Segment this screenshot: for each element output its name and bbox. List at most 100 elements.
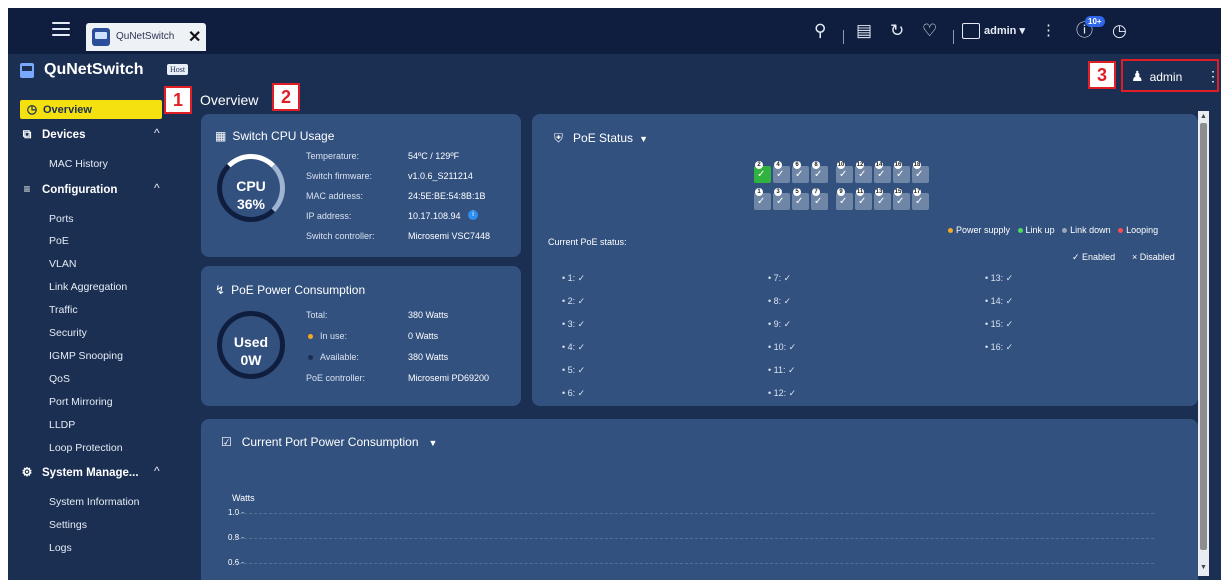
enabled-legend: ✓ Enabled: [1072, 252, 1116, 262]
background-tasks-icon[interactable]: ▤: [856, 21, 872, 41]
switch-controller-value: Microsemi VSC7448: [408, 231, 491, 241]
port-number: 8: [812, 161, 820, 169]
port-number: 15: [894, 188, 902, 196]
more-options-icon[interactable]: ⋮: [1206, 66, 1220, 86]
port-7[interactable]: 7: [811, 188, 828, 210]
gridline: [234, 563, 1154, 564]
info-icon[interactable]: i: [468, 210, 478, 220]
port-15[interactable]: 15: [893, 188, 910, 210]
more-options-icon[interactable]: ⋮: [1041, 21, 1056, 41]
sidebar-item-settings[interactable]: Settings: [49, 515, 87, 535]
port-17[interactable]: 17: [912, 188, 929, 210]
card-title: ↯ PoE Power Consumption: [215, 283, 365, 297]
ip-address-label: IP address:: [306, 211, 352, 221]
shield-icon: ⛨: [554, 131, 564, 145]
notification-bell-icon[interactable]: ♡: [922, 21, 937, 41]
port-5[interactable]: 5: [792, 188, 809, 210]
cpu-ring-value: 36%: [236, 196, 266, 212]
close-tab-icon[interactable]: ✕: [188, 27, 201, 47]
port-14[interactable]: 14: [874, 161, 891, 183]
chevron-up-icon[interactable]: ^: [154, 464, 160, 478]
poe-controller-label: PoE controller:: [306, 373, 366, 383]
sidebar-item-devices[interactable]: ⧉ Devices: [20, 124, 86, 144]
poe-status-title: PoE Status: [573, 131, 634, 145]
sidebar-item-configuration[interactable]: ≡ Configuration: [20, 179, 117, 199]
port-4[interactable]: 4: [773, 161, 790, 183]
firmware-label: Switch firmware:: [306, 171, 373, 181]
sidebar-item-vlan[interactable]: VLAN: [49, 254, 76, 274]
port-number: 3: [774, 188, 782, 196]
search-icon[interactable]: ⚲: [814, 21, 826, 41]
sidebar-item-ports[interactable]: Ports: [49, 209, 74, 229]
sidebar-item-logs[interactable]: Logs: [49, 538, 72, 558]
port-number: 1: [755, 188, 763, 196]
sidebar-item-poe[interactable]: PoE: [49, 231, 69, 251]
poe-port-status-9: • 9: ✓: [768, 319, 792, 329]
user-name: admin: [1149, 70, 1183, 84]
poe-port-status-1: • 1: ✓: [562, 273, 586, 283]
poe-power-card-title: PoE Power Consumption: [231, 283, 366, 297]
poe-port-status-4: • 4: ✓: [562, 342, 586, 352]
port-12[interactable]: 12: [855, 161, 872, 183]
card-title: ▦ Switch CPU Usage: [215, 129, 334, 143]
sidebar-item-label: Overview: [43, 104, 92, 116]
sidebar-item-system-information[interactable]: System Information: [49, 492, 139, 512]
port-number: 16: [894, 161, 902, 169]
sidebar-item-mac-history[interactable]: MAC History: [49, 154, 108, 174]
sidebar-item-system-management[interactable]: ⚙ System Manage...: [20, 462, 139, 482]
caret-down-icon: ▼: [639, 134, 648, 144]
poe-ring-label: Used: [233, 334, 269, 350]
chevron-up-icon[interactable]: ^: [154, 181, 160, 195]
admin-menu[interactable]: admin ▾: [962, 21, 1025, 41]
callout-marker-1: 1: [164, 86, 192, 114]
scroll-up-icon[interactable]: ▲: [1200, 113, 1207, 120]
poe-status-card: ⛨PoE Status▼ 2 4 6 8 10 12 14 16 18 1 3 …: [532, 114, 1198, 406]
power-supply-dot: [948, 228, 953, 234]
port-2[interactable]: 2: [754, 161, 771, 183]
user-icon: ♟: [1131, 68, 1144, 84]
port-3[interactable]: 3: [773, 188, 790, 210]
poe-port-status-11: • 11: ✓: [768, 365, 796, 375]
sidebar-item-qos[interactable]: QoS: [49, 369, 70, 389]
poe-ring-value: 0W: [240, 352, 262, 368]
sidebar: QuNetSwitch Host ◷ Overview ⧉ Devices ^ MA…: [8, 54, 193, 580]
resource-monitor-icon[interactable]: ◷: [1112, 21, 1127, 41]
app-tab[interactable]: QuNetSwitch ✕: [86, 23, 206, 51]
chevron-up-icon[interactable]: ^: [154, 126, 160, 140]
switch-controller-label: Switch controller:: [306, 231, 375, 241]
port-9[interactable]: 9: [836, 188, 853, 210]
poe-port-status-3: • 3: ✓: [562, 319, 586, 329]
sidebar-item-traffic[interactable]: Traffic: [49, 300, 78, 320]
gauge-icon: ◷: [26, 102, 38, 116]
port-13[interactable]: 13: [874, 188, 891, 210]
sidebar-item-overview[interactable]: ◷ Overview: [20, 100, 162, 119]
host-badge: Host: [167, 64, 189, 75]
admin-menu-label: admin ▾: [984, 25, 1025, 37]
sidebar-item-port-mirroring[interactable]: Port Mirroring: [49, 392, 113, 412]
sidebar-item-loop-protection[interactable]: Loop Protection: [49, 438, 123, 458]
mac-address-value: 24:5E:BE:54:8B:1B: [408, 191, 486, 201]
user-menu-button[interactable]: ♟ admin: [1131, 66, 1182, 87]
port-6[interactable]: 6: [792, 161, 809, 183]
sidebar-item-igmp-snooping[interactable]: IGMP Snooping: [49, 346, 123, 366]
available-label: Available:: [320, 352, 359, 362]
chip-icon: ▦: [215, 129, 227, 143]
port-18[interactable]: 18: [912, 161, 929, 183]
scrollbar-thumb[interactable]: [1200, 123, 1207, 550]
external-device-icon[interactable]: ↻: [890, 21, 904, 41]
poe-port-status-2: • 2: ✓: [562, 296, 586, 306]
port-16[interactable]: 16: [893, 161, 910, 183]
scroll-down-icon[interactable]: ▼: [1200, 564, 1207, 571]
sidebar-item-lldp[interactable]: LLDP: [49, 415, 75, 435]
sidebar-item-security[interactable]: Security: [49, 323, 87, 343]
looping-dot: [1118, 228, 1124, 234]
port-1[interactable]: 1: [754, 188, 771, 210]
poe-status-dropdown[interactable]: ⛨ PoE Status ▼: [554, 131, 648, 146]
sidebar-item-link-aggregation[interactable]: Link Aggregation: [49, 277, 127, 297]
link-up-dot: [1017, 228, 1023, 234]
port-8[interactable]: 8: [811, 161, 828, 183]
port-power-dropdown[interactable]: ☑ Current Port Power Consumption ▼: [221, 435, 437, 449]
port-11[interactable]: 11: [855, 188, 872, 210]
port-10[interactable]: 10: [836, 161, 853, 183]
main-menu-icon[interactable]: [52, 22, 70, 40]
